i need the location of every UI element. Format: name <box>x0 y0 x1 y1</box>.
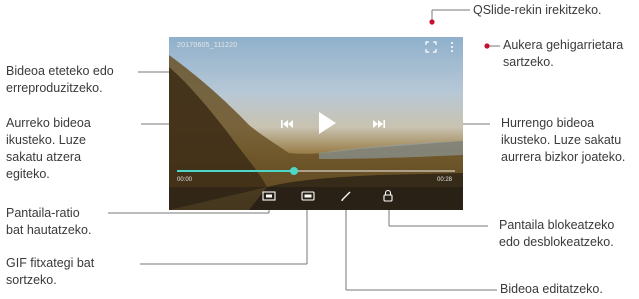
seek-handle[interactable] <box>289 167 298 175</box>
callout-ratio-line2: bat hautatzeko. <box>6 223 92 237</box>
total-duration: 00:28 <box>437 177 453 183</box>
edit-pencil-icon[interactable] <box>340 190 352 202</box>
bottom-controls <box>169 187 463 210</box>
callout-prev-line2: ikusteko. Luze <box>6 133 86 147</box>
callout-gif-line2: sortzeko. <box>6 273 57 287</box>
seek-bar[interactable] <box>177 167 455 175</box>
callout-play-line1: Bideoa eteteko edo <box>6 64 114 78</box>
callout-prev-line4: egiteko. <box>6 167 50 181</box>
elapsed-time: 00:00 <box>177 177 193 183</box>
callout-play-line2: erreproduzitzeko. <box>6 81 103 95</box>
lock-icon[interactable] <box>383 189 393 202</box>
video-player[interactable]: 20170605_111220 00:00 00:28 <box>169 37 463 210</box>
callout-more-line1: Aukera gehigarrietara <box>503 38 624 52</box>
callout-ratio-line1: Pantaila-ratio <box>6 206 80 220</box>
callout-lock-line2: edo desblokeatzeko. <box>499 235 614 249</box>
callout-lock: Pantaila blokeatzeko edo desblokeatzeko. <box>499 217 614 251</box>
play-icon[interactable] <box>317 111 337 135</box>
seek-progress <box>177 170 294 172</box>
qslide-icon[interactable] <box>425 41 437 53</box>
callout-edit-text: Bideoa editatzeko. <box>500 282 603 296</box>
callout-qslide-text: QSlide-rekin irekitzeko. <box>473 3 602 17</box>
callout-gif-line1: GIF fitxategi bat <box>6 256 95 270</box>
callout-play: Bideoa eteteko edo erreproduzitzeko. <box>6 63 114 97</box>
callout-qslide: QSlide-rekin irekitzeko. <box>473 2 602 19</box>
callout-lock-line1: Pantaila blokeatzeko <box>499 218 615 232</box>
more-options-icon[interactable] <box>449 41 455 53</box>
previous-icon[interactable] <box>280 118 294 130</box>
callout-more-options: Aukera gehigarrietara sartzeko. <box>503 37 623 71</box>
callout-next-line3: aurrera bizkor joateko. <box>501 150 626 164</box>
callout-prev-line3: sakatu atzera <box>6 150 82 164</box>
gif-icon[interactable] <box>301 191 315 201</box>
landscape-image <box>169 55 463 210</box>
callout-more-line2: sartzeko. <box>503 55 554 69</box>
callout-prev-line1: Aurreko bideoa <box>6 116 91 130</box>
callout-next-line2: ikusteko. Luze sakatu <box>501 133 622 147</box>
callout-screen-ratio: Pantaila-ratio bat hautatzeko. <box>6 205 91 239</box>
video-title: 20170605_111220 <box>177 42 238 49</box>
callout-next-line1: Hurrengo bideoa <box>501 116 595 130</box>
callout-edit: Bideoa editatzeko. <box>500 281 603 298</box>
callout-previous: Aurreko bideoa ikusteko. Luze sakatu atz… <box>6 115 91 183</box>
callout-gif: GIF fitxategi bat sortzeko. <box>6 255 94 289</box>
callout-next: Hurrengo bideoa ikusteko. Luze sakatu au… <box>501 115 625 166</box>
screen-ratio-icon[interactable] <box>262 191 276 201</box>
next-icon[interactable] <box>372 118 386 130</box>
